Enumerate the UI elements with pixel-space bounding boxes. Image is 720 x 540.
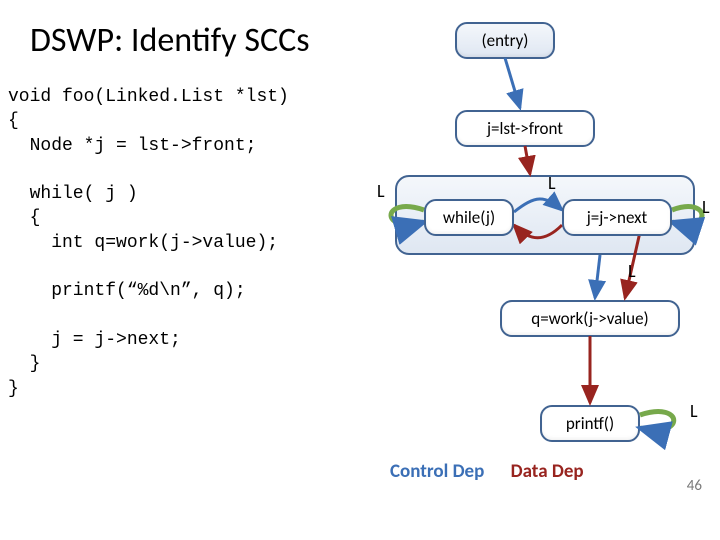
node-printf: printf() [540, 405, 640, 442]
node-jfront: j=lst->front [455, 110, 595, 147]
node-jnext: j=j->next [562, 199, 672, 236]
edge-label-jnext-self: L [702, 196, 710, 218]
edge-label-while-jnext: L [548, 172, 556, 194]
edge-label-self-while: L [377, 180, 385, 202]
slide-number: 46 [687, 477, 702, 495]
legend-data: Data Dep [511, 460, 584, 483]
edge-label-printf-self: L [690, 400, 698, 422]
edge-label-scc-qwork: L [628, 260, 636, 282]
node-entry: (entry) [455, 22, 555, 59]
node-qwork: q=work(j->value) [500, 300, 680, 337]
slide-title: DSWP: Identify SCCs [30, 20, 310, 61]
legend-control: Control Dep [390, 460, 484, 483]
node-whilej: while(j) [424, 199, 514, 236]
legend: Control Dep Data Dep [390, 460, 584, 483]
code-block: void foo(Linked.List *lst) { Node *j = l… [8, 85, 289, 401]
